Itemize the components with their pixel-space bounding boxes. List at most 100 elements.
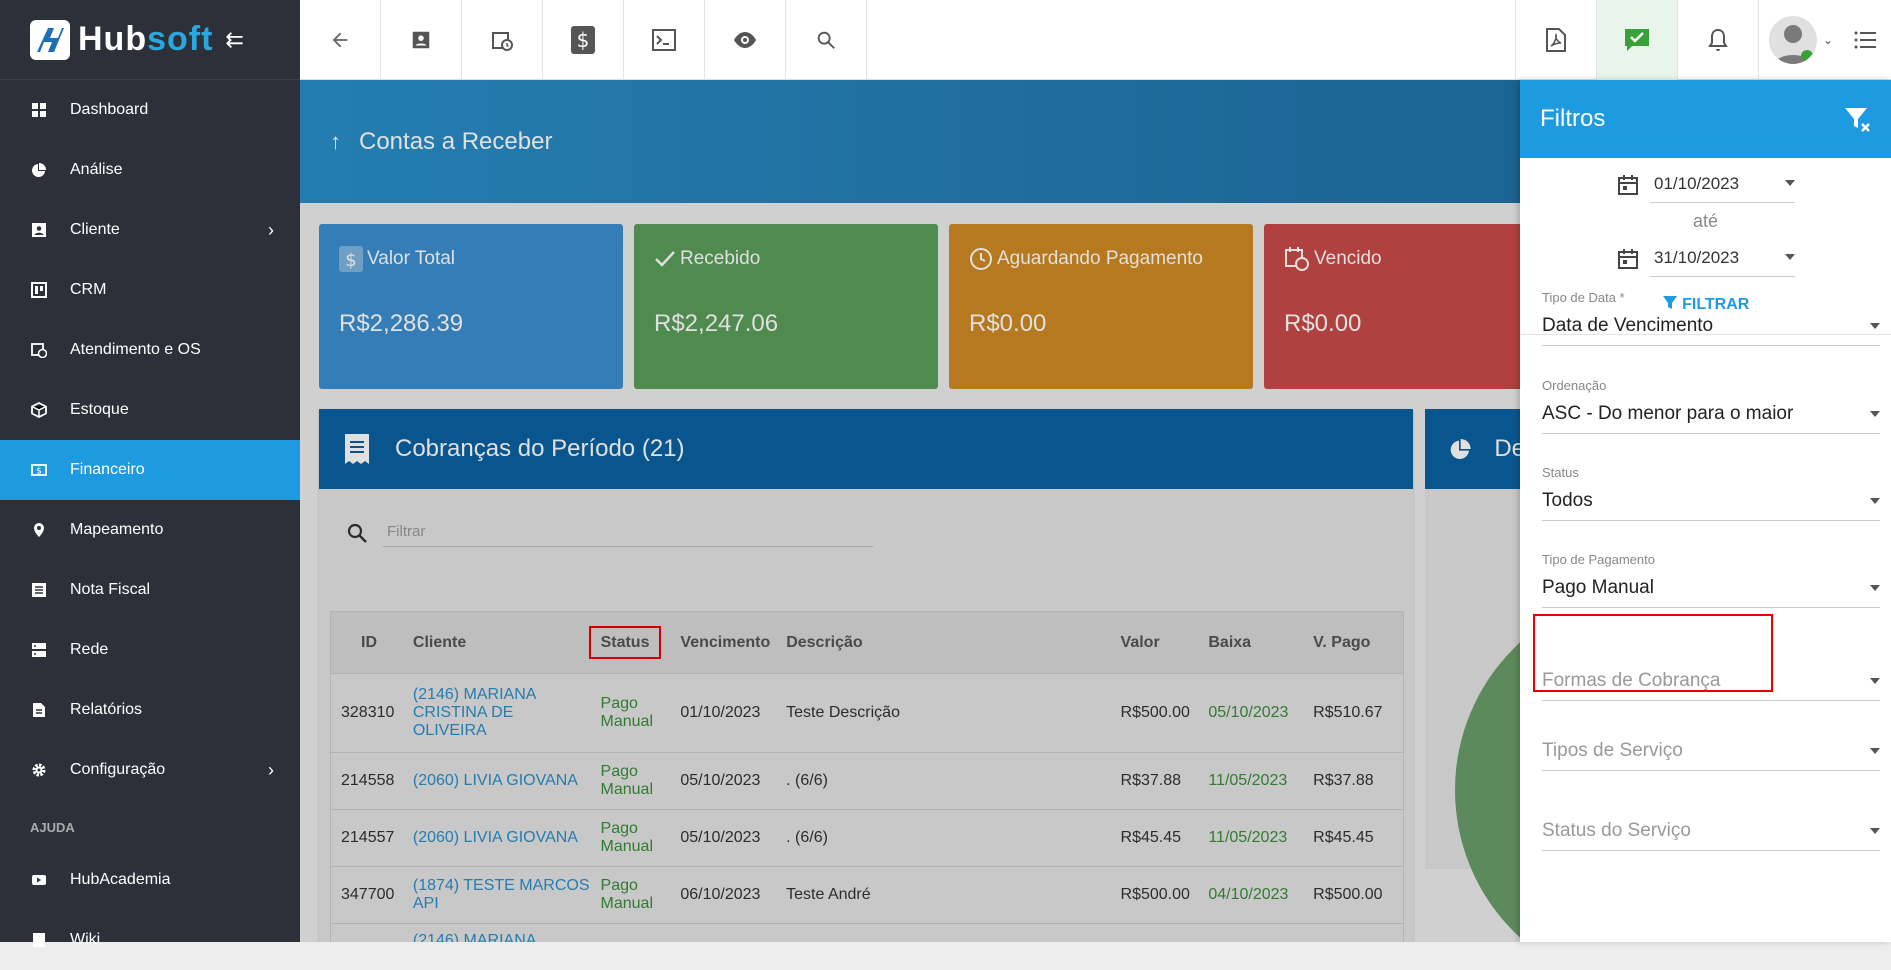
schedule-button[interactable] bbox=[462, 0, 543, 80]
report-icon bbox=[30, 701, 48, 719]
sidebar-item-label: Financeiro bbox=[70, 461, 145, 478]
sidebar-item-label: Configuração bbox=[70, 761, 166, 778]
sidebar-item-label: Atendimento e OS bbox=[70, 341, 201, 358]
date-from-value: 01/10/2023 bbox=[1654, 174, 1740, 193]
filter-select-5[interactable]: Tipos de Serviço bbox=[1542, 730, 1880, 771]
sidebar-item-crm[interactable]: CRM bbox=[0, 260, 300, 320]
sidebar-item-label: Cliente bbox=[70, 221, 120, 238]
svg-text:$: $ bbox=[577, 28, 590, 52]
search-button[interactable] bbox=[786, 0, 867, 80]
filter-select-text: Pago Manual bbox=[1542, 577, 1654, 598]
sidebar-item-label: Wiki bbox=[70, 931, 101, 948]
user-menu[interactable]: ⌄ bbox=[1758, 0, 1839, 80]
finance-button[interactable]: $ bbox=[543, 0, 624, 80]
sidebar-section-help: AJUDA bbox=[30, 820, 75, 835]
chevron-down-icon: ⌄ bbox=[1823, 33, 1834, 47]
calendar-icon[interactable] bbox=[1616, 247, 1640, 271]
back-button[interactable] bbox=[300, 0, 381, 80]
caret-down-icon bbox=[1870, 498, 1880, 504]
sidebar: Hubsoft ⇇ Dashboard Análise Cliente › CRM Ate… bbox=[0, 0, 300, 948]
chevron-right-icon: › bbox=[268, 219, 274, 240]
tasks-button[interactable] bbox=[1596, 0, 1677, 80]
sidebar-item-label: Estoque bbox=[70, 401, 129, 418]
filter-select-value: Data de Vencimento bbox=[1542, 315, 1880, 346]
caret-down-icon bbox=[1785, 180, 1795, 186]
sidebar-item-hubacademia[interactable]: HubAcademia bbox=[0, 850, 300, 910]
clients-button[interactable] bbox=[381, 0, 462, 80]
box-icon bbox=[30, 401, 48, 419]
view-button[interactable] bbox=[705, 0, 786, 80]
filter-select-2[interactable]: Status Todos bbox=[1542, 465, 1880, 521]
map-pin-icon bbox=[30, 521, 48, 539]
caret-down-icon bbox=[1785, 254, 1795, 260]
sidebar-item-mapeamento[interactable]: Mapeamento bbox=[0, 500, 300, 560]
sidebar-item-rede[interactable]: Rede bbox=[0, 620, 300, 680]
sidebar-item-relat-rios[interactable]: Relatórios bbox=[0, 680, 300, 740]
sidebar-item-label: HubAcademia bbox=[70, 871, 171, 888]
svg-text:$: $ bbox=[36, 467, 42, 477]
date-to-input[interactable]: 31/10/2023 bbox=[1650, 240, 1795, 277]
calendar-icon[interactable] bbox=[1616, 173, 1640, 197]
sidebar-item-atendimento-e-os[interactable]: Atendimento e OS bbox=[0, 320, 300, 380]
sidebar-item-cliente[interactable]: Cliente › bbox=[0, 200, 300, 260]
date-from-input[interactable]: 01/10/2023 bbox=[1650, 166, 1795, 203]
kanban-icon bbox=[30, 281, 48, 299]
sidebar-item-dashboard[interactable]: Dashboard bbox=[0, 80, 300, 140]
sidebar-item-label: Rede bbox=[70, 641, 109, 658]
filter-select-3[interactable]: Tipo de Pagamento Pago Manual bbox=[1542, 552, 1880, 608]
bell-icon bbox=[1708, 28, 1728, 51]
chevron-right-icon: › bbox=[268, 759, 274, 780]
topbar: $ ⌄ bbox=[300, 0, 1891, 80]
sidebar-item-label: Mapeamento bbox=[70, 521, 164, 538]
date-to-row: 31/10/2023 bbox=[1520, 240, 1891, 277]
notifications-button[interactable] bbox=[1677, 0, 1758, 80]
filter-select-label: Tipo de Data * bbox=[1542, 290, 1625, 305]
filter-select-value: Todos bbox=[1542, 490, 1880, 521]
collapse-menu-icon[interactable]: ⇇ bbox=[225, 27, 243, 53]
sidebar-item-wiki[interactable]: Wiki bbox=[0, 910, 300, 970]
filter-select-label: Status bbox=[1542, 465, 1579, 480]
filter-select-value: ASC - Do menor para o maior bbox=[1542, 403, 1880, 434]
sidebar-item-label: Nota Fiscal bbox=[70, 581, 151, 598]
date-to-value: 31/10/2023 bbox=[1654, 248, 1740, 267]
pdf-button[interactable] bbox=[1515, 0, 1596, 80]
video-icon bbox=[30, 871, 48, 889]
money-icon: $ bbox=[30, 461, 48, 479]
gear-icon bbox=[30, 761, 48, 779]
filter-select-label: Ordenação bbox=[1542, 378, 1607, 393]
calendar-clock-icon bbox=[492, 32, 513, 51]
caret-down-icon bbox=[1870, 585, 1880, 591]
backdrop-overlay[interactable] bbox=[300, 80, 1520, 942]
pdf-icon bbox=[1546, 28, 1566, 52]
sidebar-item-estoque[interactable]: Estoque bbox=[0, 380, 300, 440]
hubsoft-logo-icon bbox=[30, 19, 70, 60]
filter-select-text: Data de Vencimento bbox=[1542, 315, 1714, 336]
sidebar-item-label: CRM bbox=[70, 281, 107, 298]
list-menu-button[interactable] bbox=[1839, 0, 1891, 80]
caret-down-icon bbox=[1870, 828, 1880, 834]
search-icon bbox=[817, 31, 835, 49]
caret-down-icon bbox=[1870, 678, 1880, 684]
terminal-button[interactable] bbox=[624, 0, 705, 80]
clear-filter-icon[interactable] bbox=[1843, 105, 1871, 133]
pie-chart-icon bbox=[30, 161, 48, 179]
sidebar-item-configura-o[interactable]: Configuração › bbox=[0, 740, 300, 800]
contact-card-icon bbox=[412, 31, 430, 49]
caret-down-icon bbox=[1870, 748, 1880, 754]
filter-select-6[interactable]: Status do Serviço bbox=[1542, 810, 1880, 851]
list-icon bbox=[1854, 31, 1876, 49]
filters-drawer: Filtros 01/10/2023 até 31/10/2023 FILTRA… bbox=[1520, 80, 1891, 942]
sidebar-item-an-lise[interactable]: Análise bbox=[0, 140, 300, 200]
sidebar-item-nota-fiscal[interactable]: Nota Fiscal bbox=[0, 560, 300, 620]
brand-name: Hubsoft bbox=[78, 20, 213, 59]
sidebar-item-financeiro[interactable]: $ Financeiro bbox=[0, 440, 300, 500]
sidebar-item-label: Relatórios bbox=[70, 701, 143, 718]
filters-header: Filtros bbox=[1520, 80, 1891, 158]
logo[interactable]: Hubsoft ⇇ bbox=[0, 0, 300, 80]
filter-select-value: Tipos de Serviço bbox=[1542, 740, 1880, 771]
date-separator: até bbox=[1692, 211, 1719, 231]
filter-select-1[interactable]: Ordenação ASC - Do menor para o maior bbox=[1542, 378, 1880, 434]
avatar bbox=[1769, 16, 1817, 64]
filters-title: Filtros bbox=[1540, 105, 1606, 132]
filter-select-0[interactable]: Tipo de Data * Data de Vencimento bbox=[1542, 290, 1880, 346]
